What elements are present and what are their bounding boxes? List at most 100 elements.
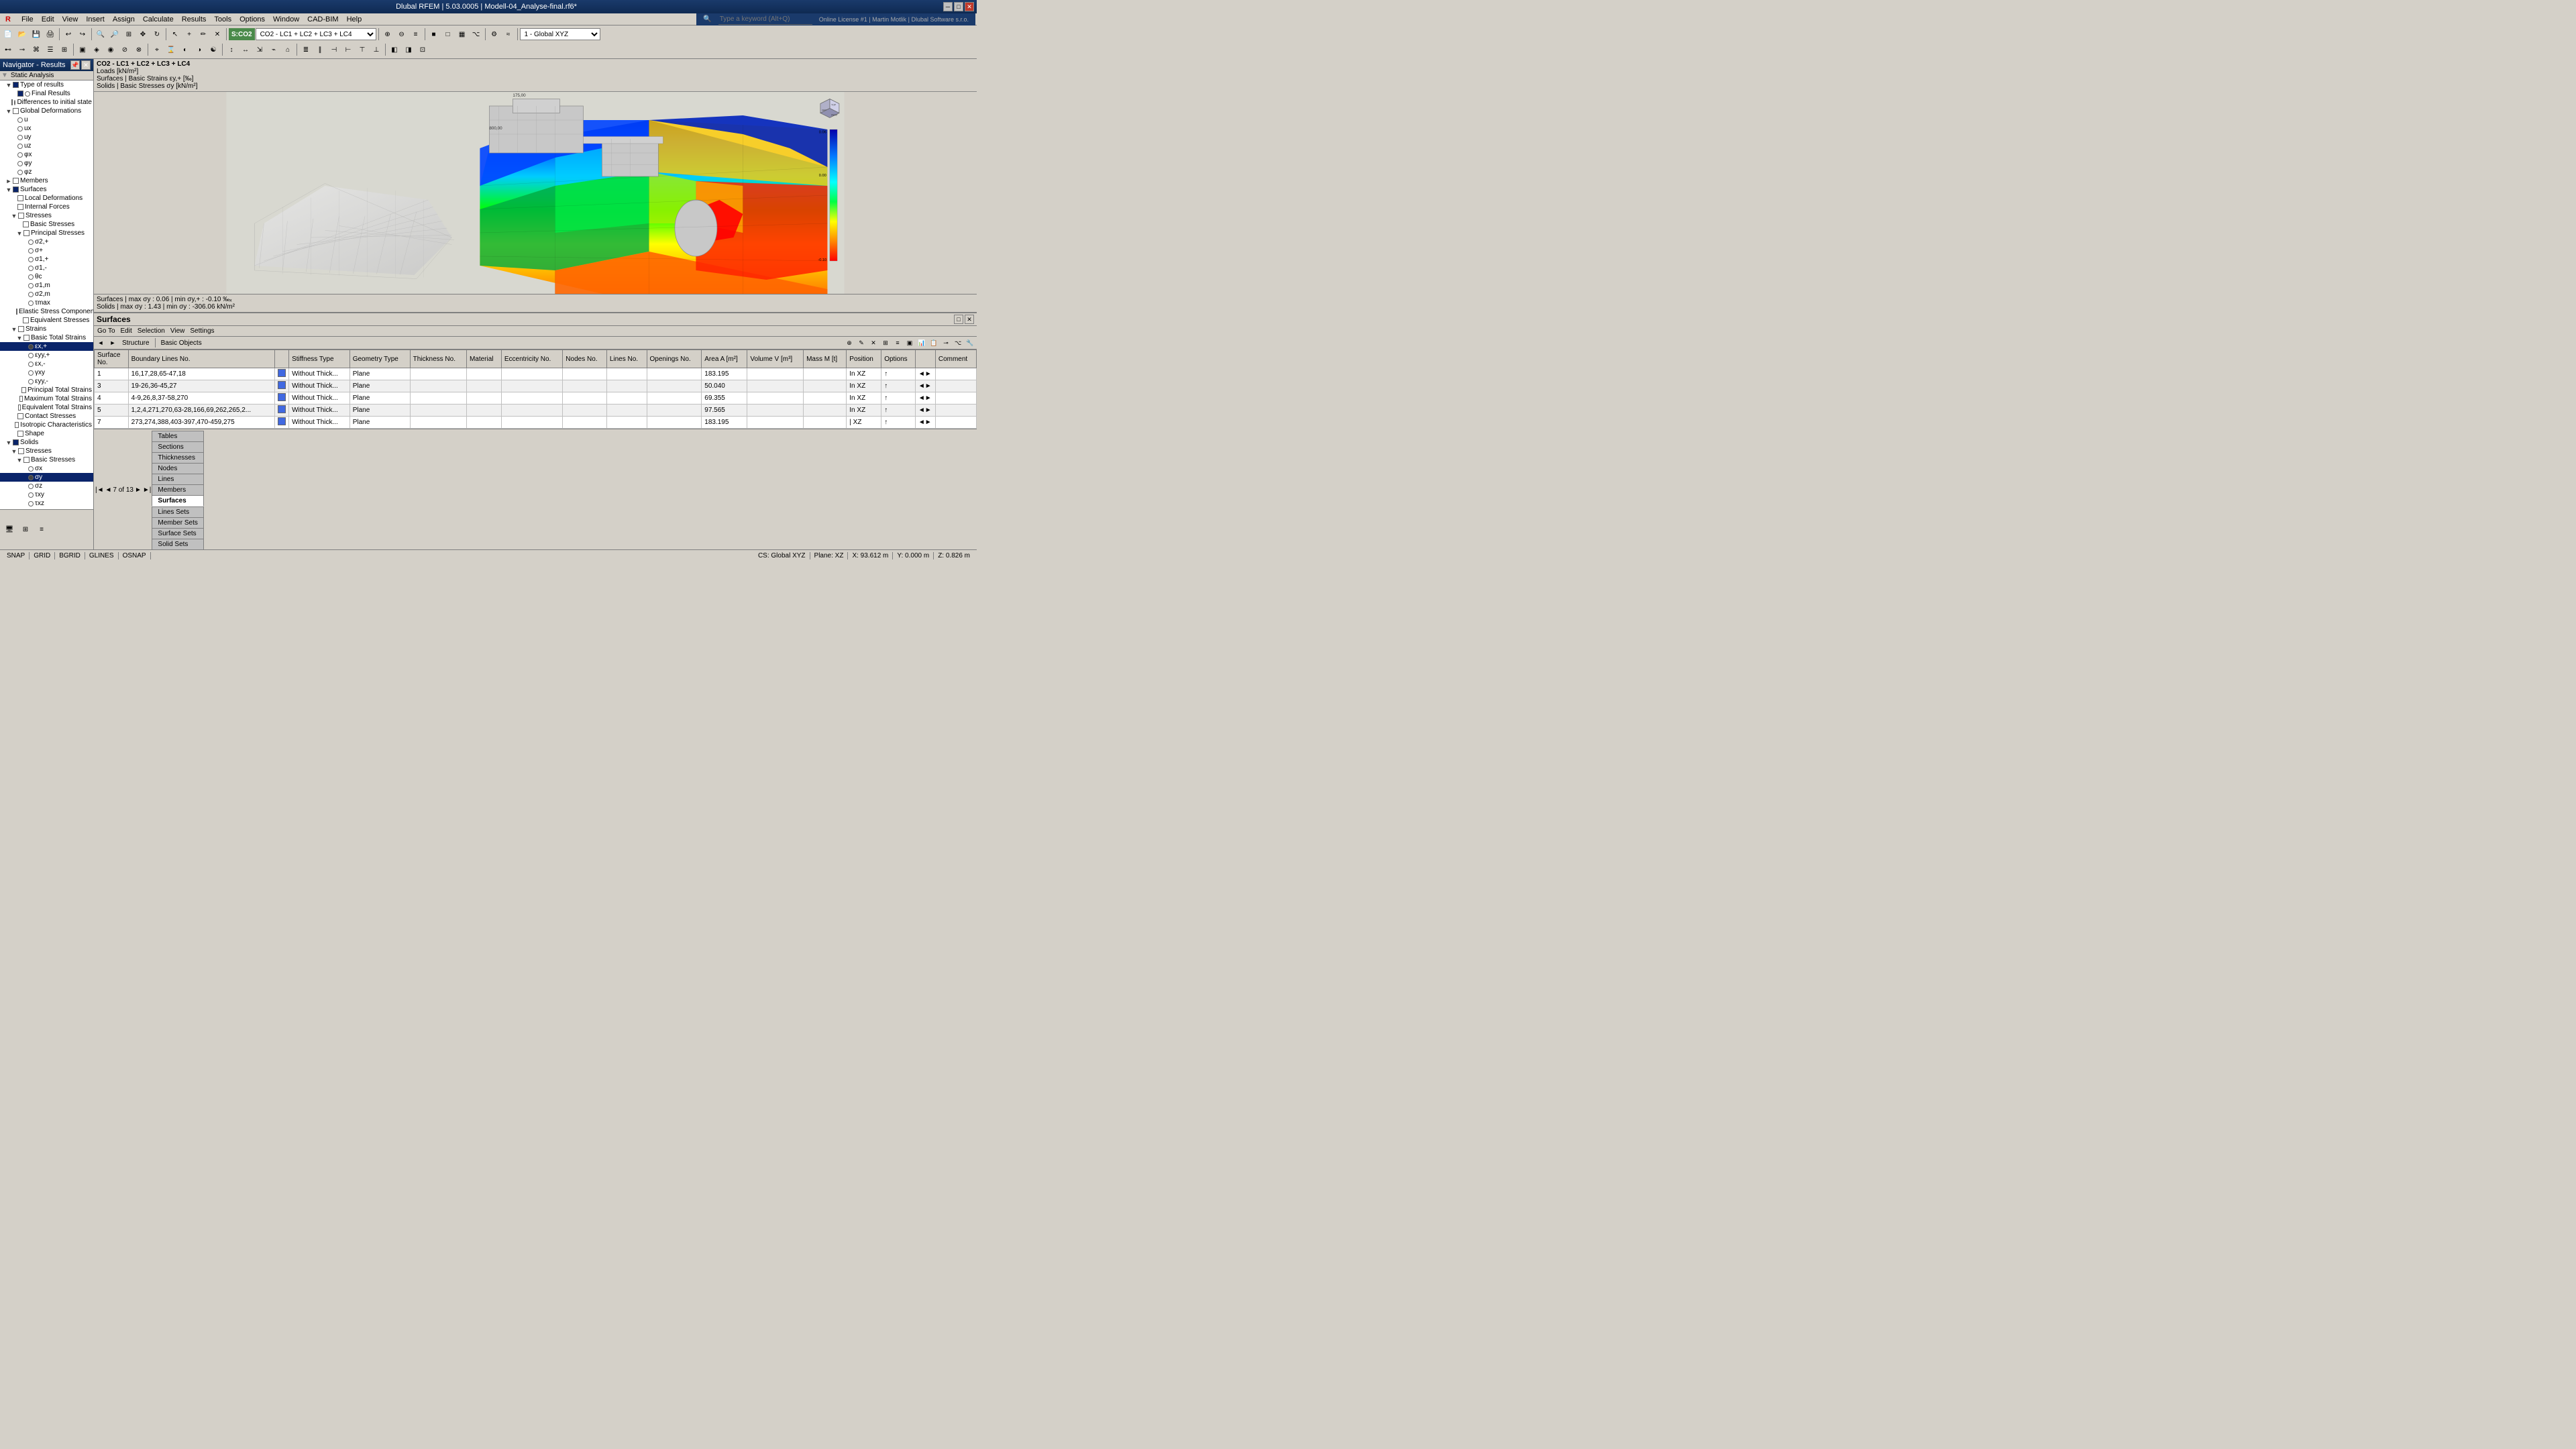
menu-file[interactable]: File — [17, 15, 38, 24]
tb2-16[interactable]: ↕ — [225, 43, 238, 56]
table-icon-4[interactable]: ⊞ — [880, 337, 891, 348]
nav-strains[interactable]: ▼ Strains — [0, 325, 93, 333]
table-icon-1[interactable]: ⊕ — [844, 337, 855, 348]
nav-shape[interactable]: Shape — [0, 429, 93, 438]
nav-ux[interactable]: ux — [0, 124, 93, 133]
table-row[interactable]: 1 16,17,28,65-47,18 Without Thick... Pla… — [95, 368, 977, 380]
nav-local-def[interactable]: Local Deformations — [0, 194, 93, 203]
load-case-combo[interactable]: CO2 - LC1 + LC2 + LC3 + LC4 — [256, 28, 376, 40]
table-row[interactable]: 5 1,2,4,271,270,63-28,166,69,262,265,2..… — [95, 405, 977, 417]
zoom-out-button[interactable]: 🔎 — [108, 28, 121, 41]
select-button[interactable]: ↖ — [168, 28, 182, 41]
nav-solid-txz[interactable]: τxz — [0, 499, 93, 508]
tb2-18[interactable]: ⇲ — [253, 43, 266, 56]
open-button[interactable]: 📂 — [15, 28, 29, 41]
table-icon-3[interactable]: ✕ — [868, 337, 879, 348]
nav-bottom-3[interactable]: ≡ — [35, 523, 48, 537]
tb-btn-7[interactable]: ⌥ — [470, 28, 483, 41]
tb2-6[interactable]: ▣ — [76, 43, 89, 56]
nav-epsx-plus[interactable]: εx,+ — [0, 342, 93, 351]
tb2-23[interactable]: ⊣ — [327, 43, 341, 56]
nav-isotropic[interactable]: Isotropic Characteristics — [0, 421, 93, 429]
edit-button[interactable]: ✏ — [197, 28, 210, 41]
tb2-25[interactable]: ⊤ — [356, 43, 369, 56]
tb-btn-8[interactable]: ⚙ — [488, 28, 501, 41]
menu-cadbim[interactable]: CAD-BIM — [303, 15, 342, 24]
nav-epsyy-minus[interactable]: εyy,- — [0, 377, 93, 386]
nav-epsyy-plus[interactable]: εyy,+ — [0, 351, 93, 360]
tb-btn-5[interactable]: □ — [441, 28, 455, 41]
tb-btn-1[interactable]: ⊕ — [381, 28, 394, 41]
nav-elastic-stress[interactable]: Elastic Stress Components — [0, 307, 93, 316]
rotate-button[interactable]: ↻ — [150, 28, 164, 41]
tb2-15[interactable]: ☯ — [207, 43, 220, 56]
tb2-14[interactable]: ◑ — [193, 43, 206, 56]
nav-sigma1m[interactable]: σ1,- — [0, 264, 93, 272]
menu-window[interactable]: Window — [269, 15, 303, 24]
nav-surfaces[interactable]: ▼ Surfaces — [0, 185, 93, 194]
table-icon-7[interactable]: 📊 — [916, 337, 927, 348]
new-button[interactable]: 📄 — [1, 28, 15, 41]
table-row[interactable]: 7 273,274,388,403-397,470-459,275 Withou… — [95, 417, 977, 429]
tb2-27[interactable]: ◧ — [388, 43, 401, 56]
nav-solids[interactable]: ▼ Solids — [0, 438, 93, 447]
maximize-button[interactable]: □ — [954, 2, 963, 11]
nav-equiv-stress[interactable]: Equivalent Stresses — [0, 316, 93, 325]
nav-u[interactable]: u — [0, 115, 93, 124]
nav-phiz[interactable]: φz — [0, 168, 93, 176]
tb2-10[interactable]: ⊗ — [132, 43, 146, 56]
tb2-2[interactable]: ⊸ — [15, 43, 29, 56]
menu-insert[interactable]: Insert — [82, 15, 109, 24]
search-input[interactable] — [718, 14, 812, 25]
nav-final-results[interactable]: Final Results — [0, 89, 93, 98]
save-button[interactable]: 💾 — [30, 28, 43, 41]
menu-results[interactable]: Results — [178, 15, 211, 24]
tb2-21[interactable]: ≣ — [299, 43, 313, 56]
tb-btn-2[interactable]: ⊖ — [395, 28, 409, 41]
nav-sigmap[interactable]: σ+ — [0, 246, 93, 255]
nav-phiy[interactable]: φy — [0, 159, 93, 168]
nav-sigma1-m[interactable]: σ1,m — [0, 281, 93, 290]
add-button[interactable]: + — [182, 28, 196, 41]
nav-global-def[interactable]: ▼ Global Deformations — [0, 107, 93, 115]
tb2-13[interactable]: ◐ — [178, 43, 192, 56]
status-glines[interactable]: GLINES — [85, 552, 119, 559]
nav-sigma2p[interactable]: σ2,+ — [0, 237, 93, 246]
nav-internal-forces[interactable]: Internal Forces — [0, 203, 93, 211]
basic-objects-label[interactable]: Basic Objects — [158, 339, 205, 347]
menu-edit[interactable]: Edit — [38, 15, 58, 24]
tb2-20[interactable]: ⌂ — [281, 43, 294, 56]
nav-stresses[interactable]: ▼ Stresses — [0, 211, 93, 220]
tab-tables[interactable]: Tables — [152, 431, 203, 441]
table-icon-10[interactable]: ⌥ — [953, 337, 963, 348]
redo-button[interactable]: ↪ — [76, 28, 89, 41]
status-grid[interactable]: GRID — [30, 552, 55, 559]
nav-solid-basic-stress[interactable]: ▼ Basic Stresses — [0, 455, 93, 464]
tab-thicknesses[interactable]: Thicknesses — [152, 452, 203, 463]
tb2-9[interactable]: ⊘ — [118, 43, 131, 56]
nav-members[interactable]: ► Members — [0, 176, 93, 185]
zoom-all-button[interactable]: ⊞ — [122, 28, 136, 41]
status-osnap[interactable]: OSNAP — [119, 552, 151, 559]
tb-btn-9[interactable]: ≈ — [502, 28, 515, 41]
nav-basic-stresses[interactable]: Basic Stresses — [0, 220, 93, 229]
menu-tools[interactable]: Tools — [210, 15, 235, 24]
menu-view[interactable]: View — [58, 15, 83, 24]
nav-diff-initial[interactable]: Differences to initial state — [0, 98, 93, 107]
tb2-1[interactable]: ⊷ — [1, 43, 15, 56]
tb2-26[interactable]: ⊥ — [370, 43, 383, 56]
close-button[interactable]: ✕ — [965, 2, 974, 11]
nav-equiv-total[interactable]: Equivalent Total Strains — [0, 403, 93, 412]
table-icon-11[interactable]: 🔧 — [965, 337, 975, 348]
table-menu-edit[interactable]: Edit — [119, 327, 134, 335]
tb2-11[interactable]: ⌖ — [150, 43, 164, 56]
nav-contact-stress[interactable]: Contact Stresses — [0, 412, 93, 421]
table-menu-goto[interactable]: Go To — [95, 327, 117, 335]
table-tb-2[interactable]: ► — [107, 337, 118, 348]
table-row[interactable]: 4 4-9,26,8,37-58,270 Without Thick... Pl… — [95, 392, 977, 405]
tb-btn-6[interactable]: ▦ — [455, 28, 469, 41]
zoom-in-button[interactable]: 🔍 — [94, 28, 107, 41]
tb2-3[interactable]: ⌘ — [30, 43, 43, 56]
tb2-24[interactable]: ⊢ — [341, 43, 355, 56]
tb2-4[interactable]: ☰ — [44, 43, 57, 56]
